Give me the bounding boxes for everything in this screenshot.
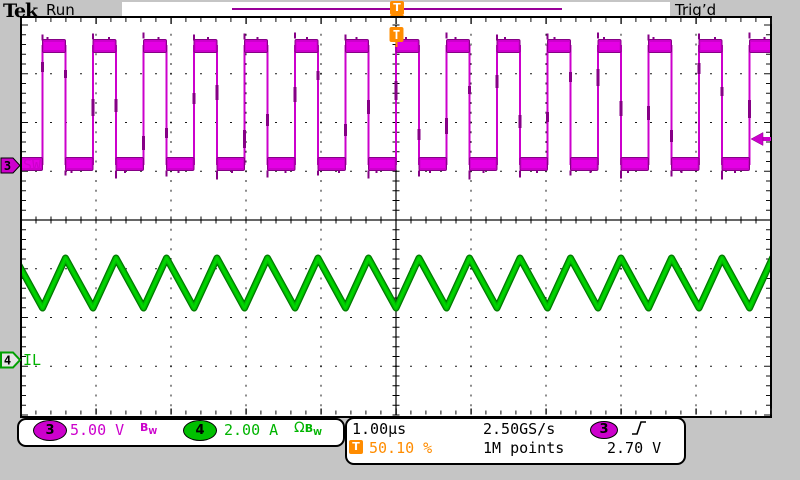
ch3-readout-badge: 3 [33, 420, 67, 441]
rising-edge-icon [630, 420, 648, 436]
bw-w: W [313, 428, 322, 437]
ch3-bandwidth-icon: BW [140, 421, 157, 436]
bw-b: B [305, 422, 313, 435]
ch4-waveform-label: IL [23, 351, 41, 369]
ch3-waveform-label: SW [23, 156, 42, 174]
trigger-source-badge: 3 [590, 421, 618, 439]
trigger-position-value: 50.10 % [369, 439, 432, 457]
ch4-badge-number: 4 [4, 354, 11, 368]
ch4-readout-badge: 4 [183, 420, 217, 441]
ch3-ground-marker[interactable]: 3 [1, 158, 20, 173]
bw-w: W [148, 427, 157, 436]
ch3-badge-number: 3 [4, 159, 11, 173]
record-length-value: 1M points [483, 439, 564, 457]
trigger-t-glyph: T [393, 28, 400, 42]
sample-rate-value: 2.50GS/s [483, 420, 555, 438]
scope-display: T 3 SW 4 IL [0, 0, 800, 480]
ch3-scale-value: 5.00 V [70, 421, 124, 439]
timebase-value: 1.00µs [352, 420, 406, 438]
ch4-scale-value: 2.00 A [224, 421, 278, 439]
ohm-coupling-icon: Ω [294, 420, 305, 436]
ch4-ground-marker[interactable]: 4 [1, 353, 20, 368]
trigger-level-value: 2.70 V [607, 439, 661, 457]
trigger-position-t-icon: T [349, 440, 363, 454]
ch4-coupling-bandwidth: ΩBW [294, 420, 322, 437]
